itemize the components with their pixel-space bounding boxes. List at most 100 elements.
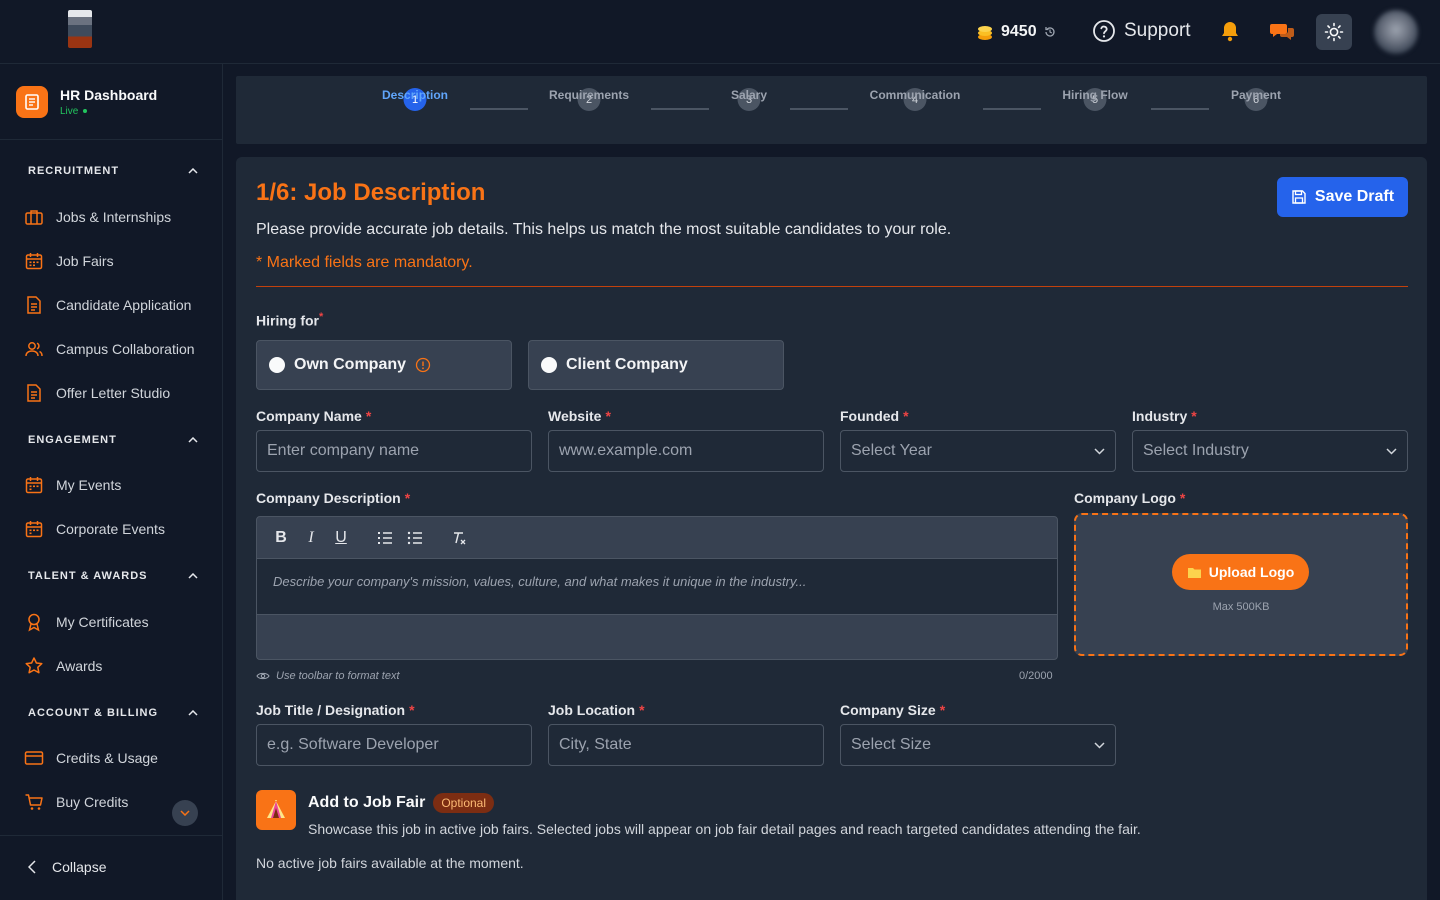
no-job-fairs-message: No active job fairs available at the mom… xyxy=(256,855,524,871)
company-name-input[interactable]: Enter company name xyxy=(256,430,532,472)
bold-button[interactable]: B xyxy=(273,529,289,547)
mandatory-note: * Marked fields are mandatory. xyxy=(256,254,473,271)
step-description[interactable]: 1 Description xyxy=(382,88,448,111)
radio-own-company[interactable]: Own Company xyxy=(256,340,512,390)
dashboard-icon xyxy=(16,86,48,118)
info-icon[interactable] xyxy=(415,357,431,373)
sidebar-item-offer-letter-studio[interactable]: Offer Letter Studio xyxy=(24,383,170,403)
sidebar-item-jobs[interactable]: Jobs & Internships xyxy=(24,207,171,227)
company-size-label: Company Size * xyxy=(840,702,946,718)
job-description-form: 1/6: Job Description Please provide accu… xyxy=(236,157,1427,900)
upload-logo-button[interactable]: Upload Logo xyxy=(1172,554,1309,590)
step-connector xyxy=(651,108,709,110)
calendar-icon xyxy=(25,521,43,538)
ordered-list-icon[interactable] xyxy=(377,531,393,545)
sidebar-item-my-certificates[interactable]: My Certificates xyxy=(24,612,149,632)
divider xyxy=(0,139,223,140)
website-label: Website * xyxy=(548,408,611,424)
support-button[interactable]: Support xyxy=(1092,19,1191,43)
history-icon[interactable] xyxy=(1043,25,1057,39)
save-draft-button[interactable]: Save Draft xyxy=(1277,177,1408,217)
section-recruitment[interactable]: RECRUITMENT xyxy=(28,165,198,177)
page-title: 1/6: Job Description xyxy=(256,179,486,206)
briefcase-icon xyxy=(25,210,43,225)
job-title-input[interactable]: e.g. Software Developer xyxy=(256,724,532,766)
website-input[interactable]: www.example.com xyxy=(548,430,824,472)
hiring-for-label: Hiring for* xyxy=(256,311,324,329)
divider xyxy=(256,286,1408,287)
app-logo[interactable] xyxy=(68,10,92,48)
job-location-label: Job Location * xyxy=(548,702,645,718)
optional-badge: Optional xyxy=(433,793,495,813)
logo-size-limit: Max 500KB xyxy=(1212,601,1270,613)
live-status: Live xyxy=(60,106,157,117)
sidebar-item-campus-collaboration[interactable]: Campus Collaboration xyxy=(24,339,195,359)
bell-icon[interactable] xyxy=(1220,20,1240,42)
chevron-up-icon xyxy=(188,573,198,579)
sidebar-item-credits-usage[interactable]: Credits & Usage xyxy=(24,748,158,768)
form-intro: Please provide accurate job details. Thi… xyxy=(256,221,952,238)
underline-button[interactable]: U xyxy=(333,529,349,547)
sidebar-item-my-events[interactable]: My Events xyxy=(24,475,121,495)
calendar-icon xyxy=(25,477,43,494)
sidebar-item-job-fairs[interactable]: Job Fairs xyxy=(24,251,114,271)
editor-toolbar: B I U xyxy=(257,517,1057,559)
job-title-label: Job Title / Designation * xyxy=(256,702,415,718)
sidebar-item-awards[interactable]: Awards xyxy=(24,656,102,676)
radio-button[interactable] xyxy=(541,357,557,373)
section-engagement[interactable]: ENGAGEMENT xyxy=(28,434,198,446)
company-name-label: Company Name * xyxy=(256,408,372,424)
credit-card-icon xyxy=(24,751,44,765)
clear-format-icon[interactable] xyxy=(451,530,467,546)
step-hiring-flow[interactable]: 5 Hiring Flow xyxy=(1062,88,1128,111)
industry-select[interactable]: Select Industry xyxy=(1132,430,1408,472)
sidebar: HR Dashboard Live RECRUITMENT Jobs & Int… xyxy=(0,64,223,900)
sidebar-item-buy-credits[interactable]: Buy Credits xyxy=(24,792,128,812)
collapse-button[interactable]: Collapse xyxy=(28,859,106,875)
chevron-down-icon xyxy=(1094,447,1105,455)
bullet-list-icon[interactable] xyxy=(407,531,423,545)
company-size-select[interactable]: Select Size xyxy=(840,724,1116,766)
founded-select[interactable]: Select Year xyxy=(840,430,1116,472)
radio-client-company[interactable]: Client Company xyxy=(528,340,784,390)
chevron-down-icon xyxy=(1094,741,1105,749)
chevron-down-icon xyxy=(1386,447,1397,455)
job-fair-title: Add to Job Fair Optional xyxy=(308,793,495,813)
radio-button[interactable] xyxy=(269,357,285,373)
scroll-down-button[interactable] xyxy=(172,800,198,826)
section-talent-awards[interactable]: TALENT & AWARDS xyxy=(28,570,198,582)
cart-icon xyxy=(25,794,43,810)
step-salary[interactable]: 3 Salary xyxy=(731,88,767,111)
chevron-up-icon xyxy=(188,710,198,716)
job-fair-description: Showcase this job in active job fairs. S… xyxy=(308,821,1141,837)
eye-icon xyxy=(256,672,270,680)
step-connector xyxy=(983,108,1041,110)
chevron-left-icon xyxy=(28,860,36,874)
step-connector xyxy=(790,108,848,110)
logo-dropzone[interactable]: Upload Logo Max 500KB xyxy=(1074,513,1408,656)
credits-display[interactable]: 9450 xyxy=(975,20,1057,44)
document-icon xyxy=(27,384,41,402)
founded-label: Founded * xyxy=(840,408,909,424)
section-account-billing[interactable]: ACCOUNT & BILLING xyxy=(28,707,198,719)
job-location-input[interactable]: City, State xyxy=(548,724,824,766)
brand-block[interactable]: HR Dashboard Live xyxy=(16,86,157,118)
coins-icon xyxy=(978,26,992,40)
step-communication[interactable]: 4 Communication xyxy=(870,88,960,111)
top-header: 9450 Support xyxy=(0,0,1440,64)
sun-icon xyxy=(1324,22,1344,42)
step-payment[interactable]: 6 Payment xyxy=(1231,88,1281,111)
character-count: 0/2000 xyxy=(1019,670,1053,682)
italic-button[interactable]: I xyxy=(303,529,319,547)
step-requirements[interactable]: 2 Requirements xyxy=(549,88,629,111)
sidebar-item-candidate-application[interactable]: Candidate Application xyxy=(24,295,191,315)
description-textarea[interactable]: Describe your company's mission, values,… xyxy=(257,559,1057,615)
chevron-up-icon xyxy=(188,168,198,174)
tent-icon xyxy=(256,790,296,830)
brand-title: HR Dashboard xyxy=(60,87,158,103)
chat-icon[interactable] xyxy=(1270,20,1294,42)
user-avatar[interactable] xyxy=(1374,10,1418,54)
sidebar-item-corporate-events[interactable]: Corporate Events xyxy=(24,519,165,539)
chevron-up-icon xyxy=(188,437,198,443)
theme-toggle-button[interactable] xyxy=(1316,14,1352,50)
